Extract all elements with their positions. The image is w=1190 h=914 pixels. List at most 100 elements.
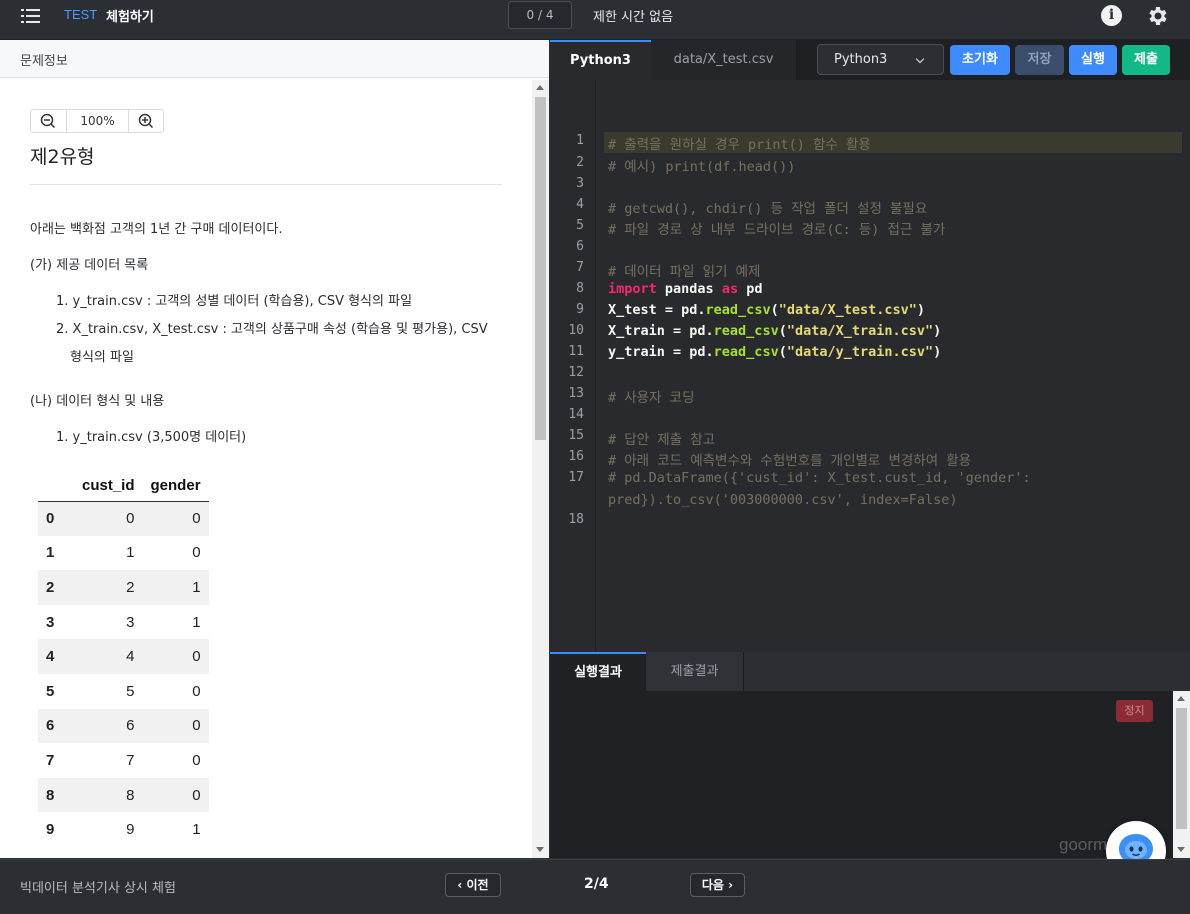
next-button[interactable]: 다음 › — [690, 873, 745, 897]
zoom-out-button[interactable] — [31, 110, 65, 132]
code-text: ) — [916, 302, 926, 318]
hamburger-menu-icon[interactable] — [21, 6, 41, 26]
problem-title: 제2유형 — [30, 146, 95, 168]
line-number: 8 — [576, 281, 584, 296]
table-cell: 9 — [126, 821, 135, 839]
table-header-row: cust_id gender — [38, 471, 209, 502]
zoom-in-button[interactable] — [130, 110, 164, 132]
code-line: # 사용자 코딩 — [608, 390, 695, 406]
table-row: 5 5 0 — [38, 674, 209, 709]
table-index-cell: 9 — [46, 821, 55, 839]
table-row: 880 — [38, 777, 209, 813]
table-row: 7 7 0 — [38, 743, 209, 778]
section-heading-a: (가) 제공 데이터 목록 — [30, 258, 149, 273]
code-text: X_test = pd. — [608, 302, 706, 318]
line-number: 14 — [568, 407, 584, 422]
line-number: 3 — [576, 176, 584, 191]
code-line: # 예시) print(df.head()) — [608, 159, 796, 175]
table-row: 660 — [38, 708, 209, 744]
language-select-value: Python3 — [834, 52, 888, 67]
line-number-gutter: 1 2 3 4 5 6 7 8 9 10 11 12 13 14 15 16 17 18 — [550, 80, 596, 652]
line-number: 10 — [568, 323, 584, 338]
next-button-label: 다음 — [701, 878, 724, 892]
info-icon[interactable]: i — [1101, 5, 1122, 26]
line-number: 4 — [576, 197, 584, 212]
scrollbar-thumb[interactable] — [535, 97, 546, 440]
code-line: # pd.DataFrame({'cust_id': X_test.cust_i… — [608, 470, 1031, 486]
output-panel: 실행결과 제출결과 정지 goorm — [550, 652, 1190, 858]
save-button[interactable]: 저장 — [1015, 45, 1064, 75]
output-tabs: 실행결과 제출결과 — [550, 652, 1190, 691]
table-index-cell: 8 — [38, 777, 74, 813]
tab-submit-result[interactable]: 제출결과 — [646, 652, 744, 691]
line-number: 1 — [576, 133, 584, 148]
stop-button[interactable]: 정지 — [1116, 700, 1153, 722]
table-header: gender — [142, 471, 209, 502]
problem-intro: 아래는 백화점 고객의 1년 간 구매 데이터이다. — [30, 222, 283, 237]
language-select[interactable]: Python3 — [817, 44, 944, 75]
tab-python3[interactable]: Python3 — [550, 40, 651, 80]
table-header: cust_id — [74, 471, 143, 502]
code-line: # 데이터 파일 읽기 예제 — [608, 264, 761, 280]
problem-panel-header: 문제정보 — [0, 40, 549, 78]
code-string: "data/X_test.csv" — [778, 302, 917, 318]
code-keyword: as — [721, 281, 739, 297]
scroll-down-arrow-icon[interactable] — [536, 847, 544, 852]
sample-data-table: cust_id gender 0001102213314405506607708… — [38, 471, 209, 847]
output-scrollbar[interactable] — [1173, 691, 1190, 858]
code-text: pandas — [656, 281, 722, 297]
code-line: # 출력을 원하실 경우 print() 함수 활용 — [608, 137, 871, 153]
list-item: 2. X_train.csv, X_test.csv : 고객의 상품구매 속성… — [56, 322, 488, 337]
prev-button-label: 이전 — [466, 878, 489, 892]
code-line: y_train = pd.read_csv("data/y_train.csv"… — [608, 344, 941, 360]
code-text: ( — [770, 302, 779, 318]
code-text: y_train = pd. — [608, 344, 714, 360]
table-index-cell: 1 — [46, 544, 55, 562]
code-text: ) — [933, 323, 942, 339]
line-number: 15 — [568, 428, 584, 443]
gear-icon[interactable] — [1146, 4, 1170, 28]
code-function: read_csv — [713, 323, 779, 339]
table-index-cell: 2 — [38, 570, 74, 605]
code-area[interactable]: # 출력을 원하실 경우 print() 함수 활용 # 예시) print(d… — [596, 80, 1190, 652]
line-number: 9 — [576, 302, 584, 317]
app-logo: TEST — [64, 7, 98, 22]
code-keyword: import — [608, 281, 657, 297]
zoom-control: 100% — [30, 109, 164, 133]
goorm-watermark: goorm — [1059, 835, 1108, 854]
page-indicator: 2/4 — [584, 876, 609, 892]
list-item: 1. y_train.csv : 고객의 성별 데이터 (학습용), CSV 형… — [56, 294, 413, 309]
line-number: 2 — [576, 155, 584, 170]
prev-button[interactable]: ‹ 이전 — [445, 873, 501, 897]
section-heading-b: (나) 데이터 형식 및 내용 — [30, 394, 165, 409]
code-line: # getcwd(), chdir() 등 작업 폴더 설정 불필요 — [608, 201, 928, 217]
app-title: 체험하기 — [106, 10, 154, 25]
submit-button[interactable]: 제출 — [1122, 45, 1170, 75]
line-number: 17 — [568, 470, 584, 485]
divider — [30, 184, 502, 185]
code-line-wrapped: pred}).to_csv('003000000.csv', index=Fal… — [608, 492, 958, 508]
line-number: 11 — [568, 344, 584, 359]
line-number: 5 — [576, 218, 584, 233]
scroll-down-arrow-icon[interactable] — [1177, 847, 1185, 852]
run-button[interactable]: 실행 — [1069, 45, 1117, 75]
footer-bar: 빅데이터 분석기사 상시 체험 ‹ 이전 2/4 다음 › — [0, 859, 1190, 914]
table-cell: 8 — [74, 777, 143, 813]
scrollbar-thumb[interactable] — [1176, 708, 1187, 829]
table-row: 3 3 1 — [38, 605, 209, 640]
table-cell: 1 — [192, 821, 201, 839]
line-number: 13 — [568, 386, 584, 401]
table-row: 221 — [38, 570, 209, 605]
reset-button[interactable]: 초기화 — [950, 45, 1010, 75]
code-text: ( — [778, 323, 787, 339]
table-index-cell: 6 — [38, 708, 74, 744]
scroll-up-arrow-icon[interactable] — [1177, 696, 1185, 701]
scroll-up-arrow-icon[interactable] — [536, 85, 544, 90]
tab-x-test-csv[interactable]: data/X_test.csv — [651, 40, 797, 80]
problem-scrollbar[interactable] — [532, 80, 549, 858]
code-text: X_train = pd. — [608, 323, 714, 339]
tab-run-result[interactable]: 실행결과 — [550, 652, 646, 691]
code-string: "data/y_train.csv" — [786, 344, 934, 360]
table-cell: 0 — [142, 639, 209, 674]
table-index-cell: 3 — [46, 613, 55, 631]
